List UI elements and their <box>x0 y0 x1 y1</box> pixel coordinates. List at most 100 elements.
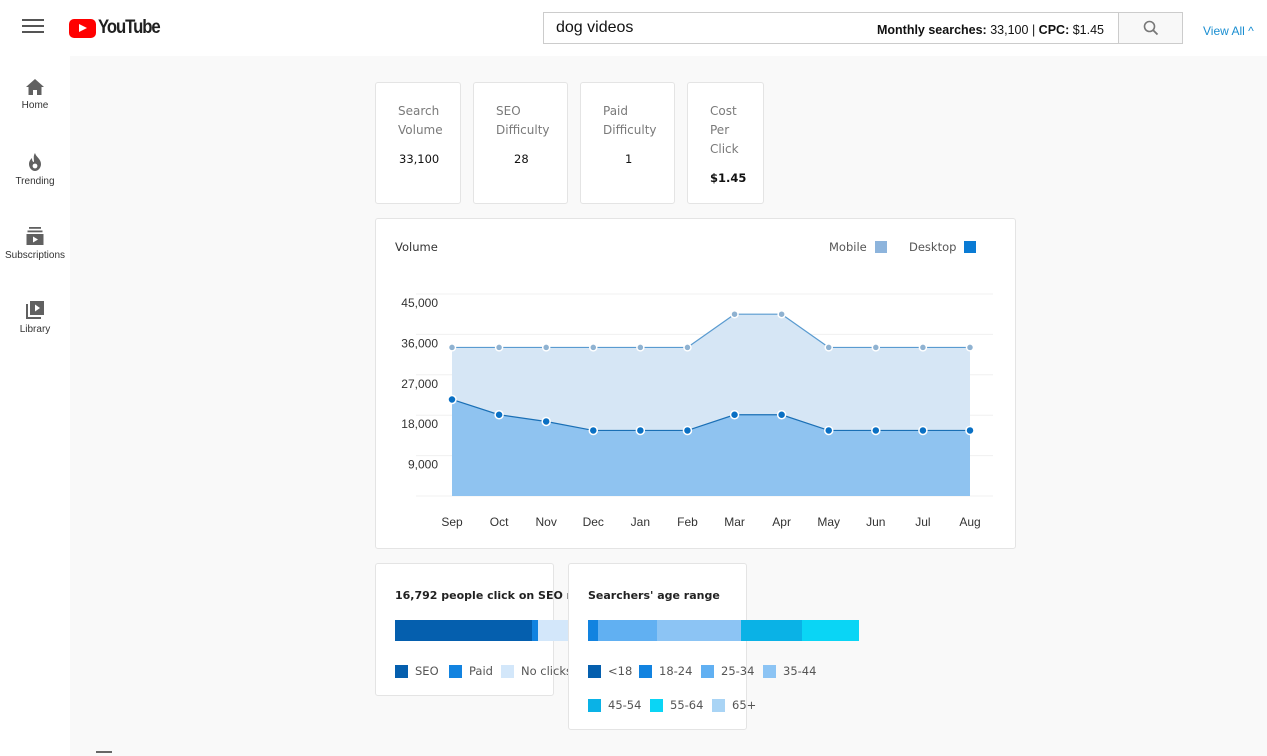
legend-swatch <box>650 698 663 712</box>
stat-value: 28 <box>514 152 529 166</box>
point-desktop <box>588 425 599 436</box>
point-desktop <box>541 416 551 427</box>
y-tick-label: 36,000 <box>401 336 438 350</box>
age-title: Searchers' age range <box>588 589 720 602</box>
clicks-legend-item: SEO <box>395 664 439 678</box>
sidebar-item-subscriptions[interactable]: Subscriptions <box>0 226 70 261</box>
age-legend-item: 65+ <box>712 698 756 712</box>
sidebar-item-library[interactable]: Library <box>0 300 70 335</box>
partial-icon <box>96 751 112 756</box>
legend-swatch <box>712 698 725 712</box>
legend-label: Paid <box>469 664 493 678</box>
search-input[interactable]: dog videos Monthly searches: 33,100 | CP… <box>543 12 1119 44</box>
y-tick-label: 27,000 <box>401 377 438 391</box>
sidebar-label: Home <box>21 100 49 111</box>
clicks-legend-item: Paid <box>449 664 493 678</box>
volume-chart-card: Volume Mobile Desktop 45,000 36,000 27,000… <box>375 218 1016 549</box>
legend-label: No clicks <box>521 664 572 678</box>
point-mobile <box>541 343 551 352</box>
library-icon <box>26 301 44 319</box>
legend-swatch <box>395 664 408 678</box>
age-bar <box>588 620 859 641</box>
age-bar-segment <box>740 620 802 641</box>
logo-text: YouTube <box>98 17 161 38</box>
y-tick-label: 9,000 <box>408 458 438 472</box>
y-tick-label: 18,000 <box>401 417 438 431</box>
stat-label: Paid Difficulty <box>603 104 657 137</box>
x-tick-label: Feb <box>677 515 698 529</box>
subscriptions-icon <box>26 227 44 245</box>
stat-card-cost-per-click: Cost Per Click $1.45 <box>687 82 764 204</box>
stat-value: 1 <box>625 152 633 166</box>
point-mobile <box>683 343 692 352</box>
age-bar-segment <box>657 620 741 641</box>
view-all-link[interactable]: View All ^ <box>1203 24 1254 38</box>
legend-swatch <box>639 664 652 678</box>
legend-swatch <box>701 664 714 678</box>
legend-label: 25-34 <box>721 664 755 678</box>
age-legend-item: 55-64 <box>650 698 703 712</box>
youtube-logo[interactable]: YouTube <box>69 17 168 39</box>
legend-label: 18-24 <box>659 664 693 678</box>
menu-icon[interactable] <box>22 19 44 37</box>
stat-card-seo-difficulty: SEO Difficulty 28 <box>473 82 568 204</box>
point-desktop <box>494 410 504 420</box>
sidebar-item-home[interactable]: Home <box>0 78 70 111</box>
stat-value: 33,100 <box>399 152 440 166</box>
x-tick-label: Sep <box>441 515 463 529</box>
legend-swatch <box>588 698 601 712</box>
y-tick-label: 45,000 <box>401 296 438 310</box>
point-desktop <box>965 425 975 436</box>
age-legend-item: <18 <box>588 664 632 678</box>
legend-swatch <box>501 664 514 678</box>
fire-icon <box>29 153 41 171</box>
x-tick-label: Apr <box>772 515 791 529</box>
sidebar-label: Trending <box>15 176 55 187</box>
stat-label: SEO Difficulty <box>496 104 550 137</box>
search-metrics: Monthly searches: 33,100 | CPC: $1.45 <box>876 23 1104 37</box>
point-desktop <box>635 425 646 436</box>
legend-label: 45-54 <box>608 698 642 712</box>
youtube-play-icon <box>69 18 96 38</box>
x-tick-label: Jan <box>631 515 650 529</box>
stat-label: Cost Per Click <box>710 104 739 156</box>
sidebar-label: Subscriptions <box>4 250 66 261</box>
point-desktop <box>447 394 457 405</box>
legend-swatch <box>449 664 462 678</box>
clicks-card: 16,792 people click on SEO results SEO Pa… <box>375 563 610 696</box>
clicks-bar <box>395 620 569 641</box>
search-icon <box>1143 20 1158 36</box>
sidebar-item-trending[interactable]: Trending <box>0 152 70 187</box>
point-mobile <box>730 309 739 319</box>
x-tick-label: Jun <box>866 515 885 529</box>
point-mobile <box>871 343 881 352</box>
x-tick-label: Oct <box>490 515 509 529</box>
clicks-bar-segment <box>395 620 533 641</box>
legend-swatch <box>588 664 601 678</box>
legend-label: 55-64 <box>670 698 704 712</box>
age-range-card: Searchers' age range <18 18-24 25-34 35-44 4… <box>568 563 859 730</box>
age-bar-segment <box>801 620 859 641</box>
x-tick-label: Jul <box>915 515 930 529</box>
point-mobile <box>965 343 975 352</box>
x-tick-label: Nov <box>536 515 557 529</box>
stat-label: Search Volume <box>398 104 443 137</box>
x-tick-label: Dec <box>583 515 604 529</box>
point-desktop <box>823 425 834 436</box>
legend-label: <18 <box>608 664 633 678</box>
volume-chart: 45,000 36,000 27,000 18,000 9,000 Sep Oct Nov De… <box>401 293 993 529</box>
point-mobile <box>636 343 645 352</box>
age-legend-item: 35-44 <box>763 664 816 678</box>
point-desktop <box>682 425 693 436</box>
search-button[interactable] <box>1118 12 1183 44</box>
point-mobile <box>777 309 786 319</box>
age-legend-item: 25-34 <box>701 664 754 678</box>
point-desktop <box>776 410 787 420</box>
point-desktop <box>729 410 740 420</box>
x-tick-label: Aug <box>959 515 980 529</box>
x-tick-label: Mar <box>724 515 745 529</box>
point-desktop <box>871 425 881 436</box>
point-mobile <box>824 343 833 352</box>
x-tick-label: May <box>817 515 840 529</box>
age-legend-item: 18-24 <box>639 664 692 678</box>
